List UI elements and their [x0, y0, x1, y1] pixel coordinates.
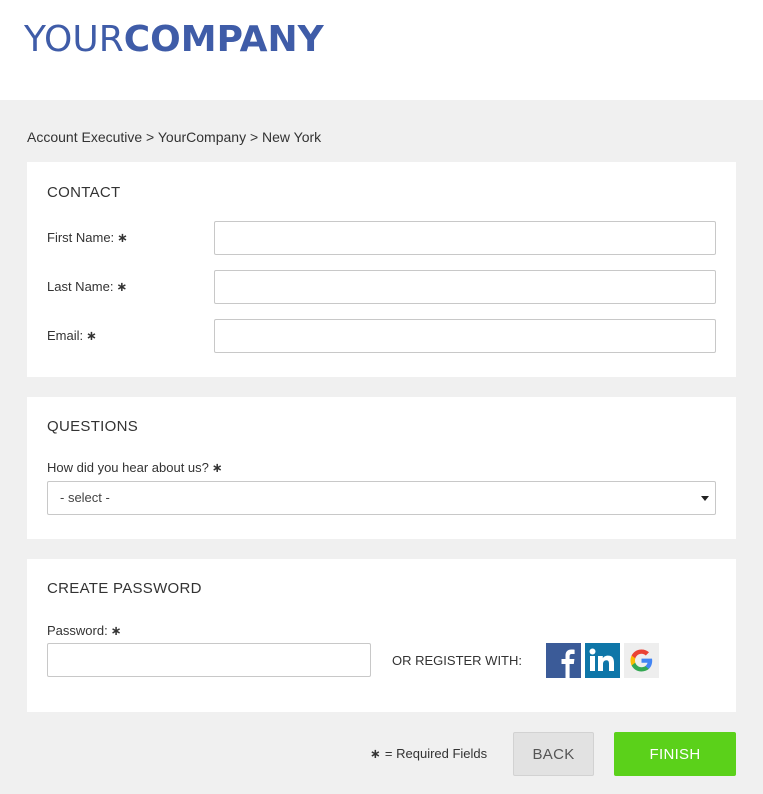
- linkedin-icon[interactable]: [585, 643, 620, 678]
- questions-section: QUESTIONS How did you hear about us? ∗ - …: [27, 397, 736, 539]
- finish-button[interactable]: FINISH: [614, 732, 736, 776]
- password-field[interactable]: [47, 643, 371, 677]
- facebook-icon[interactable]: [546, 643, 581, 678]
- contact-section: CONTACT First Name: ∗ Last Name: ∗ Email: ∗: [27, 162, 736, 377]
- email-label: Email: ∗: [47, 328, 97, 344]
- last-name-field[interactable]: [214, 270, 716, 304]
- first-name-label-text: First Name:: [47, 230, 115, 245]
- password-label: Password: ∗: [47, 623, 122, 639]
- required-marker: ∗: [86, 328, 98, 343]
- back-button[interactable]: BACK: [513, 732, 594, 776]
- logo-light-text: YOUR: [24, 19, 124, 60]
- page-header: YOURCOMPANY: [0, 0, 763, 100]
- questions-section-title: QUESTIONS: [47, 418, 139, 435]
- required-marker: ∗: [211, 460, 223, 475]
- required-fields-text: = Required Fields: [384, 746, 488, 761]
- breadcrumb: Account Executive > YourCompany > New Yo…: [27, 129, 322, 145]
- password-section: CREATE PASSWORD Password: ∗ OR REGISTER W…: [27, 559, 736, 712]
- required-marker: ∗: [116, 279, 128, 294]
- password-section-title: CREATE PASSWORD: [47, 580, 202, 597]
- required-fields-note: ∗ = Required Fields: [370, 746, 487, 762]
- required-marker: ∗: [370, 746, 381, 761]
- hear-about-label-text: How did you hear about us?: [47, 460, 209, 475]
- google-icon[interactable]: [624, 643, 659, 678]
- email-field[interactable]: [214, 319, 716, 353]
- contact-section-title: CONTACT: [47, 184, 121, 201]
- first-name-field[interactable]: [214, 221, 716, 255]
- hear-about-selected-value: - select -: [60, 490, 110, 505]
- or-register-label: OR REGISTER WITH:: [392, 653, 522, 668]
- last-name-label: Last Name: ∗: [47, 279, 127, 295]
- dropdown-caret-icon: [701, 496, 709, 501]
- email-label-text: Email:: [47, 328, 84, 343]
- required-marker: ∗: [110, 623, 122, 638]
- password-label-text: Password:: [47, 623, 108, 638]
- required-marker: ∗: [117, 230, 129, 245]
- company-logo[interactable]: YOURCOMPANY: [24, 18, 324, 62]
- hear-about-label: How did you hear about us? ∗: [47, 460, 223, 476]
- logo-bold-text: COMPANY: [123, 19, 324, 60]
- hear-about-select[interactable]: - select -: [47, 481, 716, 515]
- first-name-label: First Name: ∗: [47, 230, 128, 246]
- last-name-label-text: Last Name:: [47, 279, 114, 294]
